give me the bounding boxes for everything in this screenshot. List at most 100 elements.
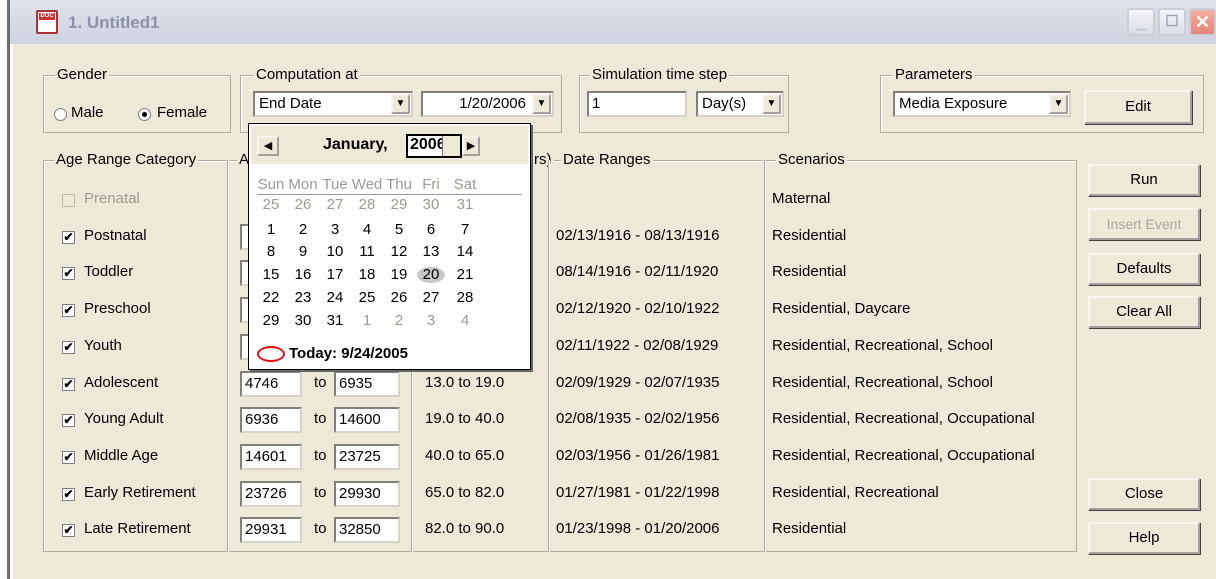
computation-date-picker[interactable]: 1/20/2006 ▼ [421, 91, 554, 117]
calendar-day[interactable]: 7 [449, 221, 481, 238]
window-left-border [0, 0, 10, 579]
weekday-label: Sat [453, 176, 477, 193]
row-checkbox[interactable]: ✔ [62, 341, 75, 354]
calendar-day[interactable]: 29 [255, 312, 287, 329]
row-from-days-input[interactable]: 14601 [240, 444, 302, 470]
calendar-day[interactable]: 20 [415, 266, 447, 283]
insert-event-button[interactable]: Insert Event [1088, 208, 1200, 240]
calendar-day[interactable]: 25 [351, 289, 383, 306]
calendar-day[interactable]: 23 [287, 289, 319, 306]
row-scenarios: Residential [772, 227, 847, 244]
calendar-day[interactable]: 19 [383, 266, 415, 283]
row-from-days-input[interactable]: 6936 [240, 407, 302, 433]
calendar-day[interactable]: 14 [449, 243, 481, 260]
calendar-day[interactable]: 2 [383, 312, 415, 329]
row-to-days-input[interactable]: 29930 [334, 481, 400, 507]
row-to-days-input[interactable]: 6935 [334, 371, 400, 397]
computation-date-value: 1/20/2006 [459, 95, 526, 112]
calendar-day[interactable]: 17 [319, 266, 351, 283]
calendar-day[interactable]: 25 [255, 196, 287, 213]
close-button[interactable]: Close [1088, 478, 1200, 510]
calendar-day[interactable]: 13 [415, 243, 447, 260]
year-spin-icon[interactable] [442, 136, 460, 156]
help-button[interactable]: Help [1088, 522, 1200, 554]
today-label[interactable]: Today: 9/24/2005 [289, 345, 408, 362]
row-to-days-input[interactable]: 32850 [334, 517, 400, 543]
calendar-day[interactable]: 29 [383, 196, 415, 213]
calendar-day[interactable]: 10 [319, 243, 351, 260]
row-checkbox[interactable]: ✔ [62, 378, 75, 391]
calendar-day[interactable]: 16 [287, 266, 319, 283]
calendar-day[interactable]: 12 [383, 243, 415, 260]
calendar-day[interactable]: 30 [287, 312, 319, 329]
row-from-days-input[interactable]: 23726 [240, 481, 302, 507]
chevron-down-icon[interactable]: ▼ [762, 94, 781, 114]
row-category-label: Youth [84, 337, 122, 354]
calendar-year-spinner[interactable]: 2006 [406, 134, 462, 158]
computation-mode-select[interactable]: End Date ▼ [253, 91, 413, 117]
row-from-days-input[interactable]: 29931 [240, 517, 302, 543]
male-radio[interactable] [54, 108, 67, 121]
row-checkbox[interactable]: ✔ [62, 488, 75, 501]
calendar-day[interactable]: 31 [449, 196, 481, 213]
calendar-day[interactable]: 3 [319, 221, 351, 238]
calendar-dropdown[interactable]: ◀ January, 2006 ▶ Sun Mon Tue Wed Thu Fri Sat 2… [248, 123, 531, 370]
calendar-day[interactable]: 9 [287, 243, 319, 260]
minimize-button[interactable]: _ [1127, 8, 1155, 36]
row-scenarios: Maternal [772, 190, 831, 207]
calendar-day[interactable]: 18 [351, 266, 383, 283]
row-checkbox[interactable]: ✔ [62, 414, 75, 427]
calendar-day[interactable]: 28 [449, 289, 481, 306]
run-button[interactable]: Run [1088, 164, 1200, 196]
clear-all-button[interactable]: Clear All [1088, 296, 1200, 328]
calendar-day[interactable]: 2 [287, 221, 319, 238]
row-to-days-input[interactable]: 14600 [334, 407, 400, 433]
calendar-day[interactable]: 24 [319, 289, 351, 306]
row-scenarios: Residential [772, 263, 847, 280]
row-checkbox[interactable]: ✔ [62, 231, 75, 244]
row-checkbox[interactable]: ✔ [62, 304, 75, 317]
next-month-arrow-icon[interactable]: ▶ [462, 136, 480, 156]
calendar-day[interactable]: 11 [351, 243, 383, 260]
calendar-day[interactable]: 6 [415, 221, 447, 238]
female-radio[interactable] [138, 108, 151, 121]
row-to-days-input[interactable]: 23725 [334, 444, 400, 470]
row-checkbox[interactable]: ✔ [62, 524, 75, 537]
row-checkbox[interactable]: ✔ [62, 451, 75, 464]
calendar-day[interactable]: 3 [415, 312, 447, 329]
edit-button[interactable]: Edit [1084, 90, 1192, 124]
defaults-button[interactable]: Defaults [1088, 253, 1200, 285]
calendar-day[interactable]: 27 [415, 289, 447, 306]
prev-month-arrow-icon[interactable]: ◀ [257, 136, 279, 156]
row-checkbox[interactable]: ✔ [62, 267, 75, 280]
row-from-days-input[interactable]: 4746 [240, 371, 302, 397]
time-step-unit-select[interactable]: Day(s) ▼ [696, 91, 784, 117]
calendar-day[interactable]: 15 [255, 266, 287, 283]
calendar-day[interactable]: 4 [351, 221, 383, 238]
calendar-day[interactable]: 22 [255, 289, 287, 306]
row-scenarios: Residential, Recreational, School [772, 374, 993, 391]
row-category-label: Toddler [84, 263, 134, 280]
maximize-button[interactable]: ☐ [1158, 8, 1186, 36]
age-years-legend: rs) [532, 151, 554, 168]
close-window-button[interactable]: ✕ [1189, 8, 1216, 36]
calendar-day[interactable]: 31 [319, 312, 351, 329]
row-checkbox[interactable] [62, 194, 75, 207]
time-step-input[interactable]: 1 [587, 91, 687, 117]
calendar-day[interactable]: 8 [255, 243, 287, 260]
chevron-down-icon[interactable]: ▼ [1049, 94, 1068, 114]
calendar-day[interactable]: 27 [319, 196, 351, 213]
calendar-day[interactable]: 1 [351, 312, 383, 329]
calendar-day[interactable]: 1 [255, 221, 287, 238]
calendar-day[interactable]: 4 [449, 312, 481, 329]
chevron-down-icon[interactable]: ▼ [391, 94, 410, 114]
row-category-label: Adolescent [84, 374, 159, 391]
calendar-day[interactable]: 26 [383, 289, 415, 306]
calendar-day[interactable]: 26 [287, 196, 319, 213]
chevron-down-icon[interactable]: ▼ [532, 94, 551, 114]
parameters-select[interactable]: Media Exposure ▼ [893, 91, 1071, 117]
calendar-day[interactable]: 30 [415, 196, 447, 213]
calendar-day[interactable]: 28 [351, 196, 383, 213]
calendar-day[interactable]: 21 [449, 266, 481, 283]
calendar-day[interactable]: 5 [383, 221, 415, 238]
